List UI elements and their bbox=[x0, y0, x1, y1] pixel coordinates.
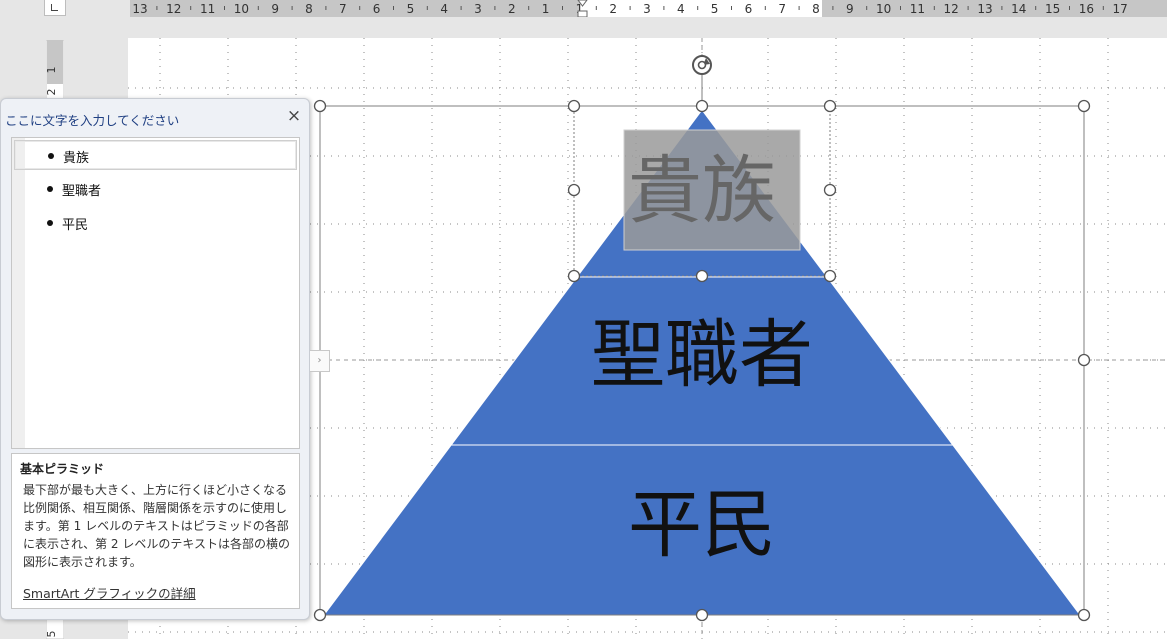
layout-description-text: 最下部が最も大きく、上方に行くほど小さくなる比例関係、相互関係、階層関係を示すの… bbox=[23, 483, 291, 569]
ruler-tick-label: 5 bbox=[711, 2, 719, 16]
ruler-tick-label: 7 bbox=[339, 2, 347, 16]
resize-handle[interactable] bbox=[1077, 99, 1091, 113]
text-pane-toggle-icon[interactable]: › bbox=[310, 350, 330, 372]
ruler-tick-label: 2 bbox=[46, 89, 58, 96]
ruler-tick-label: 7 bbox=[778, 2, 786, 16]
resize-handle[interactable] bbox=[695, 608, 709, 622]
bullet-icon bbox=[48, 153, 54, 159]
ruler-tick-label: 3 bbox=[643, 2, 651, 16]
ruler-tick-label: 9 bbox=[846, 2, 854, 16]
resize-handle[interactable] bbox=[823, 269, 837, 283]
resize-handle[interactable] bbox=[567, 269, 581, 283]
close-icon[interactable]: × bbox=[285, 107, 303, 125]
list-item-text: 平民 bbox=[62, 218, 89, 233]
list-item-1[interactable]: 貴族 bbox=[14, 140, 297, 170]
ruler-tick-label: 1 bbox=[46, 67, 58, 74]
resize-handle[interactable] bbox=[567, 183, 581, 197]
ruler-tick-label: 10 bbox=[876, 2, 891, 16]
pyramid-label-2: 聖職者 bbox=[591, 312, 813, 398]
ruler-tick-label: 5 bbox=[46, 631, 58, 638]
ruler-tick-label: 4 bbox=[677, 2, 685, 16]
ruler-tick-label: 4 bbox=[440, 2, 448, 16]
horizontal-ruler[interactable]: 13 12 11 10 9 8 7 6 5 4 3 2 1 1 2 3 4 5 6 7 8 9 10 11 12 13 14 15 16… bbox=[130, 0, 1167, 17]
resize-handle[interactable] bbox=[313, 608, 327, 622]
resize-handle[interactable] bbox=[1077, 608, 1091, 622]
ruler-tick-label: 13 bbox=[977, 2, 992, 16]
ruler-tick-label: 6 bbox=[745, 2, 753, 16]
ruler-tick-label: 5 bbox=[407, 2, 415, 16]
ruler-tick-label: 15 bbox=[1045, 2, 1060, 16]
ruler-tick-label: 11 bbox=[910, 2, 925, 16]
ruler-tick-label: 10 bbox=[234, 2, 249, 16]
resize-handle[interactable] bbox=[1077, 353, 1091, 367]
rotate-center bbox=[697, 60, 707, 70]
resize-handle[interactable] bbox=[567, 99, 581, 113]
pyramid-label-1: 貴族 bbox=[628, 148, 776, 234]
tab-selector[interactable] bbox=[44, 0, 66, 16]
resize-handle[interactable] bbox=[313, 99, 327, 113]
list-item-text: 貴族 bbox=[63, 151, 90, 166]
vertical-ruler-margin bbox=[47, 40, 63, 84]
ruler-tick-label: 12 bbox=[166, 2, 181, 16]
rotate-handle-icon[interactable] bbox=[692, 55, 712, 75]
smartart-details-link[interactable]: SmartArt グラフィックの詳細 bbox=[23, 583, 196, 602]
resize-handle[interactable] bbox=[823, 183, 837, 197]
layout-description: 基本ピラミッド 最下部が最も大きく、上方に行くほど小さくなる比例関係、相互関係、… bbox=[11, 453, 300, 609]
ruler-tick-label: 13 bbox=[132, 2, 147, 16]
list-item-2[interactable]: 聖職者 bbox=[14, 174, 297, 204]
bullet-icon bbox=[47, 186, 53, 192]
ruler-tick-label: 11 bbox=[200, 2, 215, 16]
list-item-text: 聖職者 bbox=[62, 184, 102, 199]
pyramid-label-3: 平民 bbox=[628, 482, 776, 568]
ruler-tick-label: 1 bbox=[542, 2, 550, 16]
ruler-tick-label: 16 bbox=[1079, 2, 1094, 16]
ruler-tick-label: 9 bbox=[271, 2, 279, 16]
ruler-tick-label: 17 bbox=[1113, 2, 1128, 16]
list-item-3[interactable]: 平民 bbox=[14, 208, 297, 238]
resize-handle[interactable] bbox=[695, 99, 709, 113]
bullet-list: 貴族 聖職者 平民 bbox=[11, 137, 300, 449]
ruler-tick-label: 2 bbox=[508, 2, 516, 16]
pane-title: ここに文字を入力してください bbox=[5, 113, 180, 128]
left-tab-icon bbox=[51, 4, 58, 11]
ruler-tick-label: 14 bbox=[1011, 2, 1026, 16]
resize-handle[interactable] bbox=[823, 99, 837, 113]
ruler-tick-label: 8 bbox=[812, 2, 820, 16]
left-indent-marker[interactable] bbox=[577, 10, 588, 17]
bullet-icon bbox=[47, 220, 53, 226]
ruler-tick-label: 6 bbox=[373, 2, 381, 16]
text-pane: ここに文字を入力してください × 貴族 聖職者 平民 基本ピラミッド 最下部が最… bbox=[0, 98, 310, 620]
ruler-tick-label: 8 bbox=[305, 2, 313, 16]
layout-name: 基本ピラミッド bbox=[20, 462, 105, 476]
horizontal-ruler-area: 13 12 11 10 9 8 7 6 5 4 3 2 1 1 2 3 4 5 6 7 8 9 10 11 12 13 14 15 16… bbox=[0, 0, 1167, 36]
ruler-tick-label: 3 bbox=[474, 2, 482, 16]
ruler-tick-label: 12 bbox=[944, 2, 959, 16]
ruler-tick-label: 2 bbox=[609, 2, 617, 16]
resize-handle[interactable] bbox=[695, 269, 709, 283]
